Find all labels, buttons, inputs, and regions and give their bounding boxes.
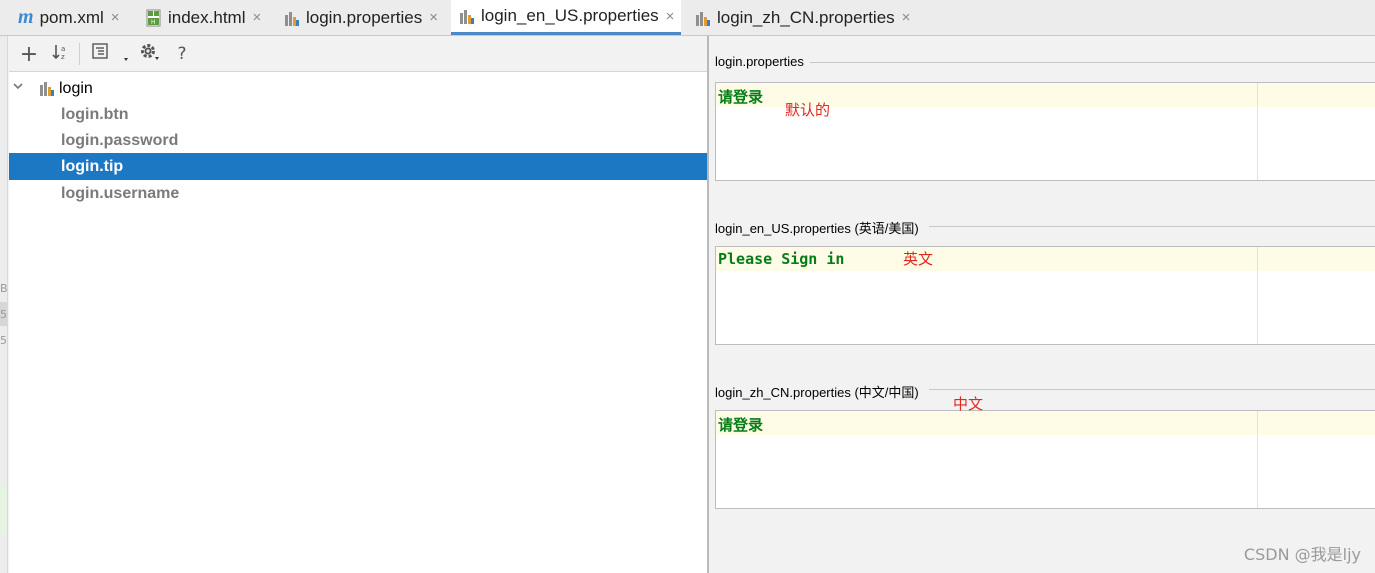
tab-pom-xml[interactable]: m pom.xml × (10, 0, 138, 35)
html-file-icon: H (146, 9, 162, 27)
tab-login-zh-cn-properties[interactable]: login_zh_CN.properties × (687, 0, 913, 35)
right-margin-guide (1257, 411, 1258, 508)
editor-tab-bar: m pom.xml × H index.html × login.propert (0, 0, 1375, 36)
value-editor-en-us[interactable]: Please Sign in (715, 246, 1375, 345)
tab-label: pom.xml (39, 7, 104, 27)
close-icon[interactable]: × (902, 9, 911, 26)
property-value[interactable]: 请登录 (718, 414, 763, 435)
help-button[interactable]: ? (168, 40, 196, 68)
close-icon[interactable]: × (252, 9, 261, 26)
settings-button[interactable] (136, 40, 164, 68)
svg-text:H: H (151, 19, 156, 26)
resource-bundle-icon (39, 79, 55, 102)
watermark: CSDN @我是ljy (1243, 545, 1361, 564)
close-icon[interactable]: × (666, 8, 675, 25)
tree-item-label: login.username (61, 184, 180, 202)
close-icon[interactable]: × (429, 9, 438, 26)
tree-item-login-username[interactable]: login.username (9, 180, 707, 207)
resource-bundle-icon (695, 9, 711, 27)
tree-item-label: login.btn (61, 105, 129, 123)
current-line-highlight (716, 411, 1375, 435)
property-key-tree: login login.btn login.password login.tip… (9, 72, 707, 573)
property-value[interactable]: 请登录 (718, 86, 763, 107)
section-label: login_en_US.properties (英语/美国) (715, 218, 925, 237)
left-gutter: B 5 5 (0, 36, 8, 573)
svg-text:a: a (61, 45, 65, 53)
tree-root-label: login (59, 79, 93, 97)
tab-label: index.html (168, 7, 246, 27)
tree-item-login-tip[interactable]: login.tip (9, 153, 707, 180)
tab-label: login_zh_CN.properties (717, 7, 895, 27)
section-rule (929, 389, 1375, 390)
tree-item-label: login.password (61, 131, 179, 149)
tree-item-login-password[interactable]: login.password (9, 127, 707, 154)
value-editor-default[interactable]: 请登录 (715, 82, 1375, 181)
resource-bundle-icon (459, 7, 475, 25)
maven-icon: m (18, 6, 34, 28)
annotation-text: 英文 (903, 250, 934, 268)
add-property-button[interactable]: + (15, 40, 43, 68)
gutter-mark: 5 (0, 334, 7, 347)
svg-text:z: z (61, 53, 65, 61)
section-rule (809, 62, 1375, 63)
value-editor-zh-cn[interactable]: 请登录 (715, 410, 1375, 509)
annotation-text: 中文 (953, 395, 984, 413)
section-label: login_zh_CN.properties (中文/中国) (715, 382, 925, 401)
resource-bundle-icon (284, 9, 300, 27)
tree-item-login-btn[interactable]: login.btn (9, 101, 707, 128)
right-margin-guide (1257, 247, 1258, 344)
tab-login-en-us-properties[interactable]: login_en_US.properties × (451, 0, 681, 35)
sort-alpha-icon: a z (51, 42, 71, 67)
sort-alphabetically-button[interactable]: a z (47, 40, 75, 68)
gear-icon (139, 42, 161, 67)
toolbar-separator (79, 43, 80, 65)
close-icon[interactable]: × (111, 9, 120, 26)
tree-item-label: login.tip (61, 157, 124, 175)
annotation-text: 默认的 (785, 101, 831, 119)
gutter-change-marker (0, 484, 7, 536)
tab-login-properties[interactable]: login.properties × (276, 0, 448, 35)
tab-label: login_en_US.properties (481, 6, 659, 25)
group-icon (90, 41, 130, 68)
section-rule (929, 226, 1375, 227)
group-by-prefix-button[interactable] (88, 40, 132, 68)
property-values-panel: login.properties 请登录 默认的 login_en_US.pro… (709, 36, 1375, 573)
gutter-mark: B (0, 282, 8, 295)
resource-bundle-toolbar: + a z ? (9, 37, 707, 72)
section-label: login.properties (715, 54, 810, 69)
tree-root-node[interactable]: login (9, 75, 707, 102)
property-value[interactable]: Please Sign in (718, 250, 844, 268)
tab-label: login.properties (306, 7, 423, 27)
chevron-down-icon[interactable] (12, 79, 24, 95)
tab-index-html[interactable]: H index.html × (138, 0, 274, 35)
gutter-mark: 5 (0, 308, 7, 321)
right-margin-guide (1257, 83, 1258, 180)
